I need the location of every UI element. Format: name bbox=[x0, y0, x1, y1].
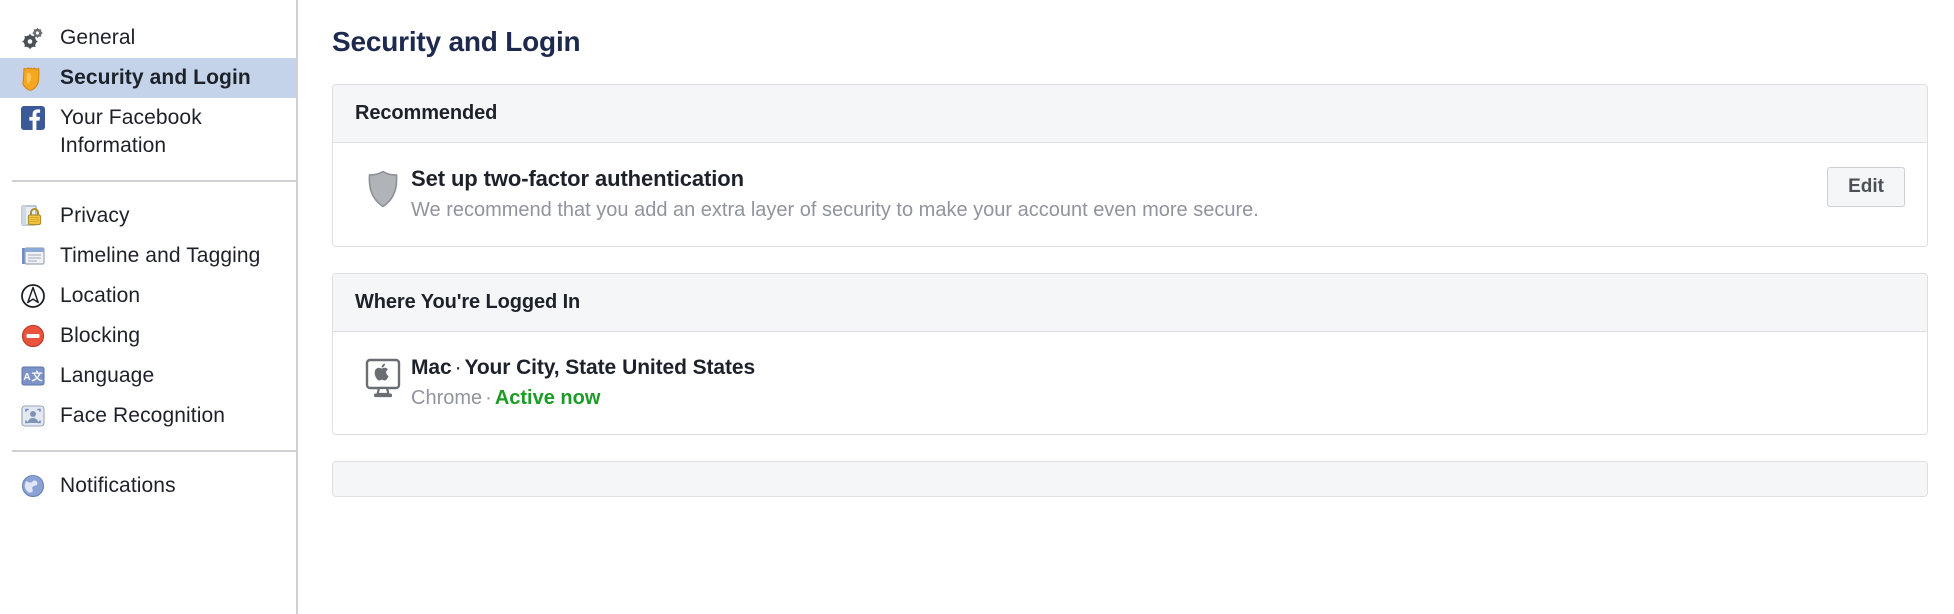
next-card-partial bbox=[332, 461, 1928, 497]
edit-button[interactable]: Edit bbox=[1827, 167, 1905, 207]
facebook-icon bbox=[20, 105, 46, 131]
gears-icon bbox=[20, 25, 46, 51]
sidebar-item-label: General bbox=[60, 26, 136, 49]
session-status: Active now bbox=[494, 387, 601, 409]
timeline-icon bbox=[20, 243, 46, 269]
compass-icon bbox=[20, 283, 46, 309]
mac-desktop-icon bbox=[355, 354, 411, 400]
sidebar-item-blocking[interactable]: Blocking bbox=[0, 316, 296, 356]
sidebar-divider bbox=[12, 450, 296, 452]
sidebar-divider bbox=[12, 180, 296, 182]
sidebar-item-label: Location bbox=[60, 284, 141, 307]
recommended-card-header: Recommended bbox=[333, 85, 1927, 143]
session-separator: · bbox=[454, 356, 462, 379]
sidebar-item-label: Notifications bbox=[60, 474, 176, 497]
two-factor-auth-title: Set up two-factor authentication bbox=[411, 166, 744, 191]
lock-icon bbox=[20, 203, 46, 229]
settings-main-content: Security and Login Recommended Set up tw… bbox=[298, 0, 1954, 614]
sidebar-item-your-facebook-information[interactable]: Your Facebook Information bbox=[0, 98, 296, 166]
globe-icon bbox=[20, 473, 46, 499]
where-logged-in-card-header: Where You're Logged In bbox=[333, 274, 1927, 332]
session-browser-status: Chrome · Active now bbox=[411, 384, 1905, 412]
two-factor-auth-text: Set up two-factor authentication We reco… bbox=[411, 165, 1811, 224]
two-factor-auth-description: We recommend that you add an extra layer… bbox=[411, 199, 1259, 221]
two-factor-auth-action: Edit bbox=[1811, 165, 1905, 207]
sidebar-group-notifications: Notifications bbox=[0, 466, 296, 506]
session-device-location: Mac · Your City, State United States bbox=[411, 354, 1905, 382]
sidebar-item-label: Language bbox=[60, 364, 155, 387]
session-browser: Chrome bbox=[411, 387, 483, 409]
shield-icon bbox=[355, 165, 411, 209]
next-card-header bbox=[333, 462, 1927, 496]
shield-badge-icon bbox=[20, 65, 46, 91]
session-city: Your City, State bbox=[464, 356, 617, 379]
sidebar-item-label: Security and Login bbox=[60, 66, 251, 89]
settings-page: General Security and Login Your Facebook… bbox=[0, 0, 1954, 614]
session-row: Mac · Your City, State United States Chrome… bbox=[333, 332, 1927, 434]
svg-text:A: A bbox=[23, 372, 30, 383]
sidebar-item-label: Timeline and Tagging bbox=[60, 244, 261, 267]
session-dot: · bbox=[485, 387, 492, 409]
sidebar-group-privacy: Privacy Timeline and Tagging Location Bl… bbox=[0, 196, 296, 436]
sidebar-item-face-recognition[interactable]: Face Recognition bbox=[0, 396, 296, 436]
sidebar-item-label: Privacy bbox=[60, 204, 130, 227]
session-details: Mac · Your City, State United States Chrome… bbox=[411, 354, 1905, 412]
face-recognition-icon bbox=[20, 403, 46, 429]
sidebar-item-notifications[interactable]: Notifications bbox=[0, 466, 296, 506]
sidebar-item-label: Blocking bbox=[60, 324, 141, 347]
sidebar-item-timeline-and-tagging[interactable]: Timeline and Tagging bbox=[0, 236, 296, 276]
block-icon bbox=[20, 323, 46, 349]
sidebar-item-privacy[interactable]: Privacy bbox=[0, 196, 296, 236]
recommended-card: Recommended Set up two-factor authentica… bbox=[332, 84, 1928, 247]
language-icon: A 文 bbox=[20, 363, 46, 389]
sidebar-item-label: Face Recognition bbox=[60, 404, 226, 427]
settings-sidebar: General Security and Login Your Facebook… bbox=[0, 0, 298, 614]
sidebar-group-account: General Security and Login Your Facebook… bbox=[0, 18, 296, 166]
where-logged-in-card: Where You're Logged In Mac · Your City, St… bbox=[332, 273, 1928, 435]
two-factor-auth-row: Set up two-factor authentication We reco… bbox=[333, 143, 1927, 246]
session-country: United States bbox=[622, 356, 756, 379]
session-device: Mac bbox=[411, 356, 452, 379]
sidebar-item-language[interactable]: A 文 Language bbox=[0, 356, 296, 396]
svg-text:文: 文 bbox=[32, 369, 44, 383]
sidebar-item-general[interactable]: General bbox=[0, 18, 296, 58]
page-title: Security and Login bbox=[332, 26, 581, 57]
sidebar-item-label: Your Facebook Information bbox=[60, 106, 202, 157]
sidebar-item-security-and-login[interactable]: Security and Login bbox=[0, 58, 296, 98]
sidebar-item-location[interactable]: Location bbox=[0, 276, 296, 316]
